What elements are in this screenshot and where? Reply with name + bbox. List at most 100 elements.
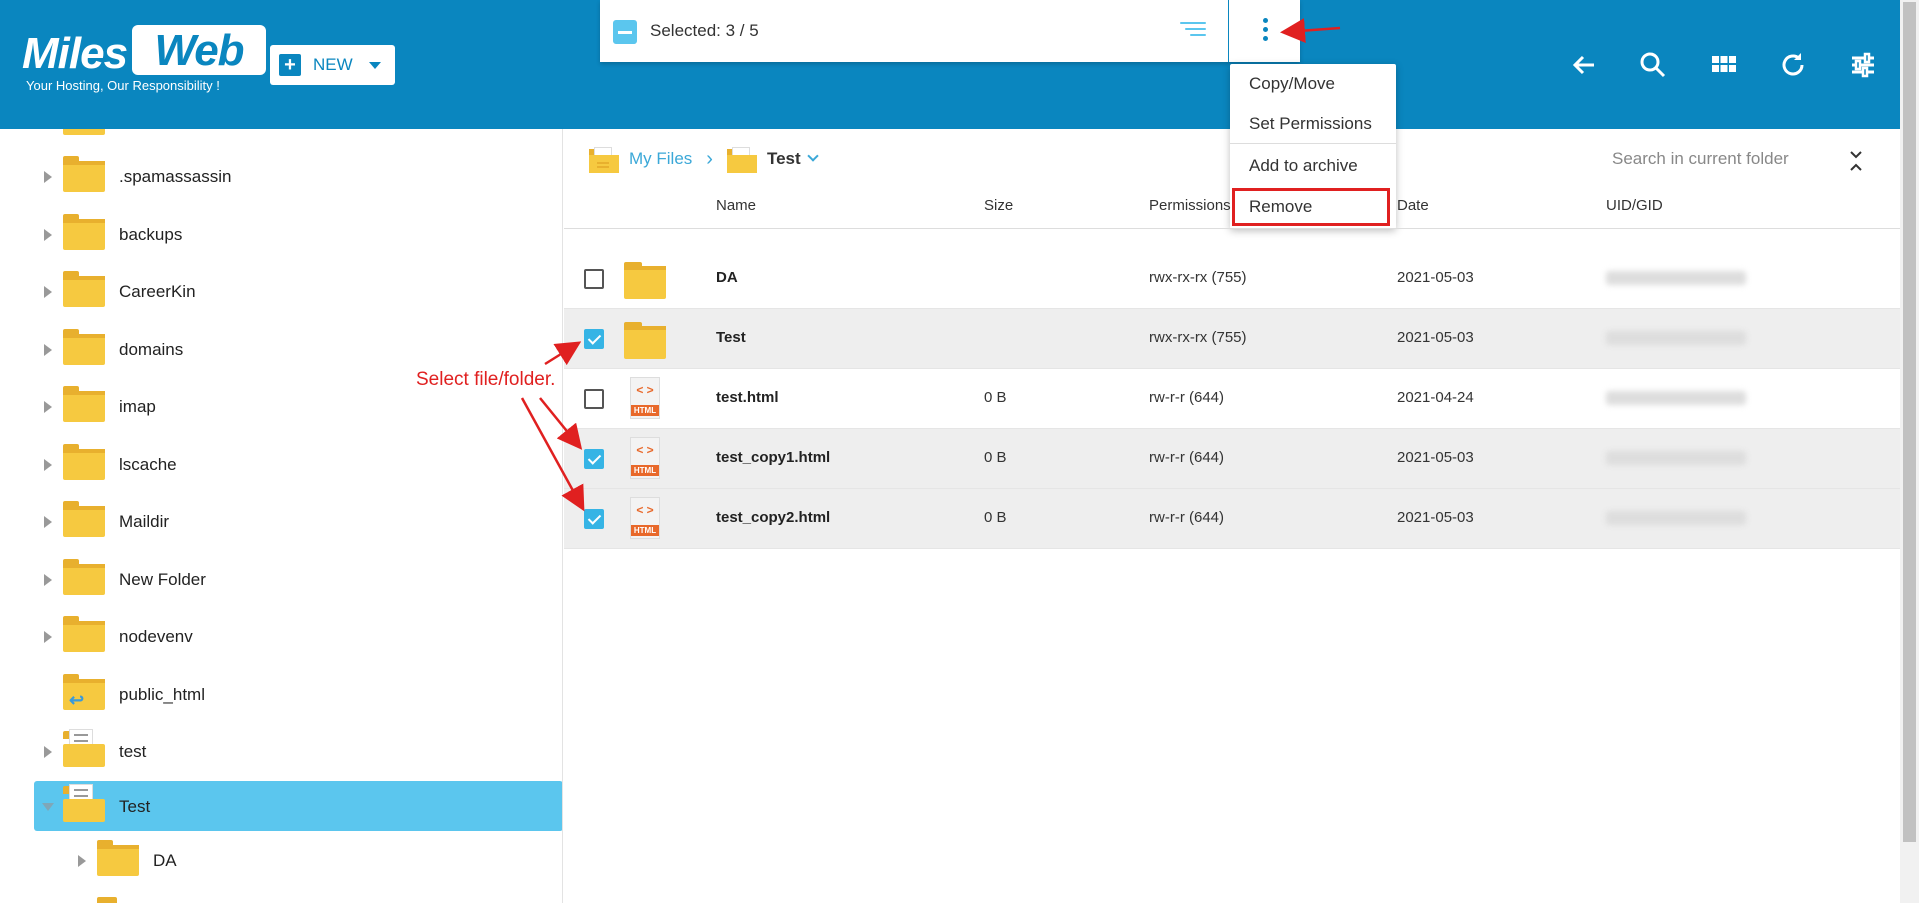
settings-sliders-icon[interactable] <box>1848 50 1878 80</box>
shared-folder-icon: ↩ <box>63 674 105 710</box>
html-file-icon: < > HTML <box>630 437 660 479</box>
scrollbar-thumb[interactable] <box>1903 2 1916 842</box>
folder-icon <box>97 840 139 876</box>
back-arrow-icon[interactable] <box>1569 50 1599 80</box>
deselect-all-checkbox[interactable] <box>613 20 637 44</box>
tree-item-test[interactable]: test <box>0 726 562 776</box>
column-header-name[interactable]: Name <box>716 197 756 214</box>
file-date: 2021-05-03 <box>1397 449 1474 466</box>
tree-item-label: Test <box>119 797 151 816</box>
menu-item-copy-move[interactable]: Copy/Move <box>1249 74 1335 94</box>
uid-gid-blurred <box>1606 391 1746 405</box>
refresh-icon[interactable] <box>1778 50 1808 80</box>
expand-arrow-icon[interactable] <box>44 286 52 298</box>
breadcrumb-my-files[interactable]: My Files <box>629 149 692 169</box>
expand-arrow-icon[interactable] <box>44 746 52 758</box>
table-row[interactable]: < > HTML test_copy1.html 0 B rw-r-r (644)… <box>564 429 1900 489</box>
annotation-label: Select file/folder. <box>416 369 556 390</box>
table-row[interactable]: Test rwx-rx-rx (755) 2021-05-03 <box>564 309 1900 369</box>
column-header-uid-gid[interactable]: UID/GID <box>1606 197 1663 214</box>
expand-arrow-icon[interactable] <box>44 459 52 471</box>
file-date: 2021-05-03 <box>1397 509 1474 526</box>
column-header-permissions[interactable]: Permissions <box>1149 197 1231 214</box>
more-options-icon[interactable] <box>1258 18 1272 44</box>
tree-item-lscache[interactable]: lscache <box>0 439 562 489</box>
selection-toolbar: Selected: 3 / 5 <box>600 0 1300 62</box>
expand-arrow-icon[interactable] <box>44 574 52 586</box>
expand-arrow-icon[interactable] <box>44 401 52 413</box>
new-button[interactable]: + NEW <box>270 45 395 85</box>
file-name: test_copy2.html <box>716 509 831 526</box>
mileswebb-logo[interactable]: Miles Web Your Hosting, Our Responsibili… <box>22 25 266 95</box>
tree-item-nodevenv[interactable]: nodevenv <box>0 611 562 661</box>
html-file-icon: < > HTML <box>630 377 660 419</box>
search-icon[interactable] <box>1638 50 1668 80</box>
file-permissions[interactable]: rw-r-r (644) <box>1149 389 1224 406</box>
breadcrumb-current-folder[interactable]: Test <box>767 149 801 169</box>
file-date: 2021-05-03 <box>1397 329 1474 346</box>
row-checkbox[interactable] <box>584 389 604 409</box>
caret-down-icon <box>368 61 381 69</box>
new-button-label: NEW <box>313 55 353 74</box>
toolbar-divider <box>1228 0 1229 62</box>
row-checkbox[interactable] <box>584 269 604 289</box>
uid-gid-blurred <box>1606 451 1746 465</box>
file-permissions[interactable]: rwx-rx-rx (755) <box>1149 329 1247 346</box>
tree-item-test-selected[interactable]: Test <box>0 781 562 831</box>
collapse-arrow-icon[interactable] <box>42 803 54 811</box>
uid-gid-blurred <box>1606 331 1746 345</box>
page-scrollbar[interactable] <box>1900 0 1919 903</box>
expand-arrow-icon[interactable] <box>78 855 86 867</box>
file-permissions[interactable]: rwx-rx-rx (755) <box>1149 269 1247 286</box>
tree-item-spamassassin[interactable]: .spamassassin <box>0 151 562 201</box>
tree-item-backups[interactable]: backups <box>0 209 562 259</box>
chevron-down-icon[interactable] <box>806 150 819 162</box>
folder-icon <box>63 214 105 250</box>
folder-icon <box>624 259 666 299</box>
file-permissions[interactable]: rw-r-r (644) <box>1149 509 1224 526</box>
row-checkbox-checked[interactable] <box>584 509 604 529</box>
folder-icon-partial <box>97 897 117 903</box>
tree-item-label: domains <box>119 340 184 359</box>
file-list-panel: My Files › Test Search in current folder… <box>564 129 1900 903</box>
folder-with-document-icon <box>726 145 757 173</box>
tree-item-label: backups <box>119 225 183 244</box>
search-input[interactable]: Search in current folder <box>1612 149 1789 169</box>
file-name: DA <box>716 269 738 286</box>
column-header-date[interactable]: Date <box>1397 197 1429 214</box>
tree-item-label: .spamassassin <box>119 167 232 186</box>
expand-arrow-icon[interactable] <box>44 344 52 356</box>
file-date: 2021-04-24 <box>1397 389 1474 406</box>
selection-count: Selected: 3 / 5 <box>650 21 759 40</box>
file-size: 0 B <box>984 389 1007 406</box>
tree-item-new-folder[interactable]: New Folder <box>0 554 562 604</box>
tree-item-maildir[interactable]: Maildir <box>0 496 562 546</box>
expand-arrow-icon[interactable] <box>44 631 52 643</box>
folder-icon <box>63 156 105 192</box>
folder-tree-sidebar: .spamassassin backups CareerKin domains … <box>0 129 563 903</box>
row-checkbox-checked[interactable] <box>584 329 604 349</box>
file-name: test_copy1.html <box>716 449 831 466</box>
folder-with-document-icon <box>63 729 105 767</box>
grid-view-icon[interactable] <box>1709 50 1739 80</box>
list-view-icon[interactable] <box>1180 22 1206 42</box>
row-checkbox-checked[interactable] <box>584 449 604 469</box>
tree-item-label: imap <box>119 397 156 416</box>
tree-item-da[interactable]: DA <box>0 835 562 885</box>
table-row[interactable]: < > HTML test.html 0 B rw-r-r (644) 2021-… <box>564 369 1900 429</box>
column-header-size[interactable]: Size <box>984 197 1013 214</box>
folder-icon <box>63 616 105 652</box>
expand-arrow-icon[interactable] <box>44 171 52 183</box>
table-row[interactable]: < > HTML test_copy2.html 0 B rw-r-r (644)… <box>564 489 1900 549</box>
tree-item-domains[interactable]: domains <box>0 324 562 374</box>
file-permissions[interactable]: rw-r-r (644) <box>1149 449 1224 466</box>
tree-item-careerkin[interactable]: CareerKin <box>0 266 562 316</box>
folder-with-document-icon <box>63 784 105 822</box>
expand-arrow-icon[interactable] <box>44 516 52 528</box>
expand-arrow-icon[interactable] <box>44 229 52 241</box>
plus-icon: + <box>279 54 301 76</box>
collapse-icon[interactable] <box>1848 150 1864 172</box>
uid-gid-blurred <box>1606 511 1746 525</box>
table-row[interactable]: DA rwx-rx-rx (755) 2021-05-03 <box>564 249 1900 309</box>
tree-item-public-html[interactable]: ↩ public_html <box>0 669 562 719</box>
